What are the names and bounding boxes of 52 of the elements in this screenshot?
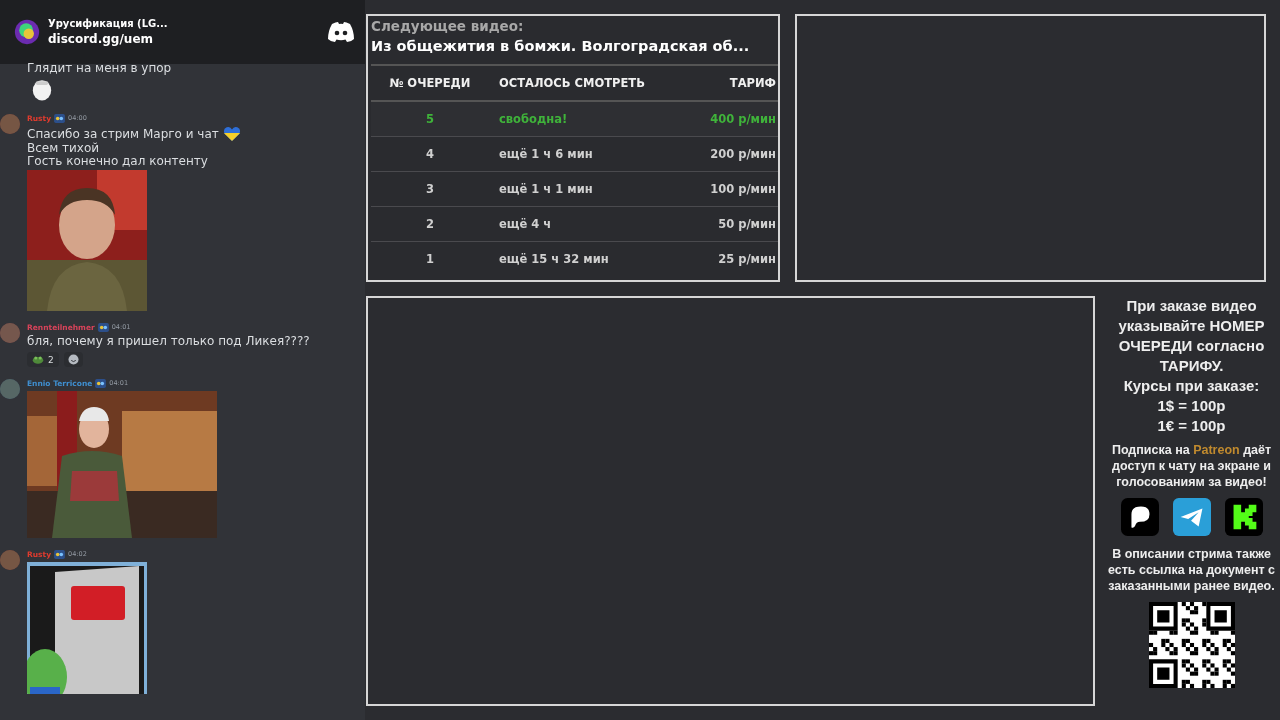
column-header: № ОЧЕРЕДИ xyxy=(388,76,472,90)
table-cell-text: 1 xyxy=(425,252,435,266)
user-avatar xyxy=(0,550,20,570)
invite-link[interactable]: discord.gg/uem xyxy=(48,32,319,46)
server-name: Урусификация (LG... xyxy=(48,18,169,29)
rate-text: 1€ = 100р xyxy=(1157,416,1226,436)
column-header: ОСТАЛОСЬ СМОТРЕТЬ xyxy=(498,76,646,90)
message-text: Спасибо за стрим Марго и чат xyxy=(27,126,241,142)
badge-icon xyxy=(95,378,107,388)
table-cell-text: 3 xyxy=(425,182,435,196)
subscription-note: Подписка на Patreon даёт доступ к чату на экране и голосованиям за видео! xyxy=(1110,442,1273,490)
table-cell-text: 50 р/мин xyxy=(717,217,777,231)
message-text: Гость конечно дал контенту xyxy=(27,155,209,168)
discord-logo-icon xyxy=(327,21,355,43)
badge-icon xyxy=(54,549,66,559)
message-text: Всем тихой xyxy=(27,142,101,155)
user-avatar xyxy=(0,379,20,399)
table-cell-text: ещё 1 ч 6 мин xyxy=(498,147,594,161)
paper-plane-icon[interactable] xyxy=(1172,498,1211,536)
badge-icon xyxy=(54,113,66,123)
user-avatar xyxy=(0,323,20,343)
table-cell-text: ещё 15 ч 32 мин xyxy=(498,252,610,266)
reaction-count: 2 xyxy=(48,354,54,365)
badge-icon xyxy=(97,322,109,332)
blob-logo-icon[interactable] xyxy=(1120,498,1159,536)
frog-icon xyxy=(32,355,44,364)
table-cell-text: 200 р/мин xyxy=(709,147,777,161)
table-cell-text: 25 р/мин xyxy=(717,252,777,266)
next-video-label: Следующее видео: xyxy=(371,18,525,34)
k-logo-icon[interactable] xyxy=(1224,498,1263,536)
heart-icon xyxy=(222,126,241,142)
table-cell-text: 4 xyxy=(425,147,435,161)
message-text: Глядит на меня в упор xyxy=(27,62,172,75)
qr-code-icon[interactable] xyxy=(1148,602,1235,688)
table-cell-text: ещё 4 ч xyxy=(498,217,553,231)
table-cell-text: ещё 1 ч 1 мин xyxy=(498,182,594,196)
table-cell-text: 5 xyxy=(425,112,435,126)
column-header: ТАРИФ xyxy=(728,76,777,90)
table-cell-text: свободна! xyxy=(498,112,569,126)
table-cell-text: 2 xyxy=(425,217,435,231)
message-text: бля, почему я пришел только под Ликея???? xyxy=(27,335,310,348)
reaction-chip[interactable]: 2 xyxy=(27,352,59,367)
table-cell-text: 400 р/мин xyxy=(709,112,777,126)
user-avatar xyxy=(0,114,20,134)
server-icon xyxy=(14,19,40,45)
add-reaction-button[interactable] xyxy=(63,352,83,367)
rates-title: Курсы при заказе: xyxy=(1123,376,1260,396)
description-note: В описании стрима также есть ссылка на документ с заказанными ранее видео. xyxy=(1106,546,1277,594)
next-video-title: Из общежития в бомжи. Волгоградская об... xyxy=(371,38,778,66)
order-note: При заказе видео указывайте НОМЕР ОЧЕРЕДИ согласно ТАРИФУ. xyxy=(1117,296,1266,376)
table-cell-text: 100 р/мин xyxy=(709,182,777,196)
rate-text: 1$ = 100р xyxy=(1157,396,1226,416)
